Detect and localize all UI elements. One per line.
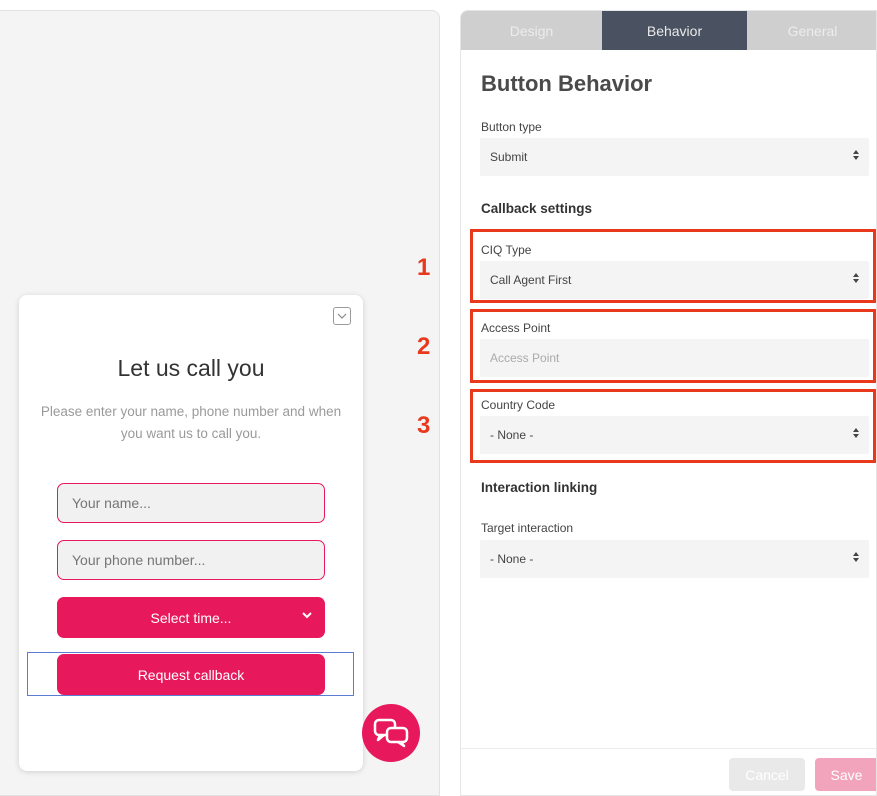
target-interaction-label: Target interaction xyxy=(481,521,574,535)
select-time-label: Select time... xyxy=(150,609,232,626)
annotation-box-3 xyxy=(470,389,876,463)
annotation-number-1: 1 xyxy=(417,254,431,281)
name-input[interactable] xyxy=(57,483,325,523)
sort-arrows-icon xyxy=(853,150,859,160)
select-time-dropdown[interactable]: Select time... xyxy=(57,597,325,638)
annotation-number-3: 3 xyxy=(417,412,431,439)
sort-arrows-icon xyxy=(853,552,859,562)
chat-bubbles-icon xyxy=(373,718,409,748)
chat-launcher-button[interactable] xyxy=(362,704,420,762)
chevron-down-icon xyxy=(337,313,347,319)
tab-behavior[interactable]: Behavior xyxy=(602,11,747,50)
callback-widget: Let us call you Please enter your name, … xyxy=(19,295,363,771)
tab-general[interactable]: General xyxy=(747,11,876,50)
button-type-label: Button type xyxy=(481,120,542,134)
footer-divider xyxy=(461,748,876,749)
button-type-value: Submit xyxy=(490,150,528,164)
tab-bar: Design Behavior General xyxy=(461,11,876,50)
annotation-box-2 xyxy=(470,309,876,383)
target-interaction-select[interactable]: - None - xyxy=(480,540,869,578)
target-interaction-value: - None - xyxy=(490,552,534,566)
cancel-button[interactable]: Cancel xyxy=(729,758,805,791)
button-type-select[interactable]: Submit xyxy=(480,138,869,176)
tab-design[interactable]: Design xyxy=(461,11,602,50)
chevron-down-icon xyxy=(302,612,312,619)
callback-settings-heading: Callback settings xyxy=(481,201,593,216)
annotation-box-1 xyxy=(470,229,876,303)
interaction-linking-heading: Interaction linking xyxy=(481,480,598,495)
annotation-number-2: 2 xyxy=(417,333,431,360)
collapse-button[interactable] xyxy=(333,307,351,325)
save-button[interactable]: Save xyxy=(815,758,876,791)
widget-preview-area: Let us call you Please enter your name, … xyxy=(0,10,440,796)
request-callback-button[interactable]: Request callback xyxy=(57,654,325,695)
widget-description: Please enter your name, phone number and… xyxy=(40,404,342,441)
widget-title: Let us call you xyxy=(117,355,265,381)
phone-input[interactable] xyxy=(57,540,325,580)
panel-title: Button Behavior xyxy=(481,71,653,96)
